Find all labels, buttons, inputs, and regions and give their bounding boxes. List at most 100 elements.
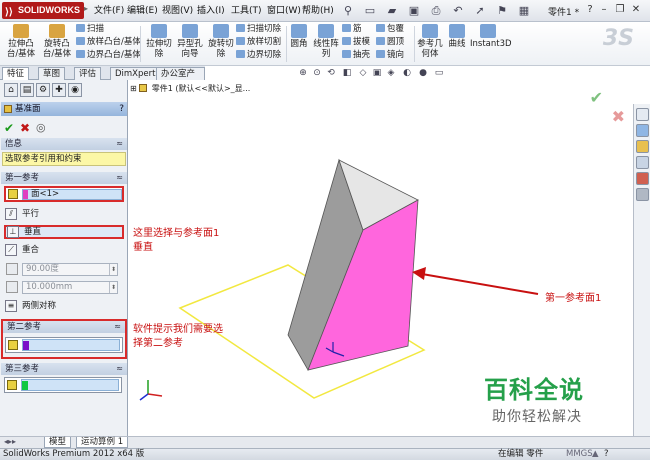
undo-icon[interactable]: ↶	[450, 3, 466, 19]
resources-icon[interactable]	[636, 108, 649, 121]
file-explorer-icon[interactable]	[636, 140, 649, 153]
zoom-to-fit-icon[interactable]: ⊕	[298, 68, 308, 78]
apply-scene-icon[interactable]: ●	[418, 68, 428, 78]
pm-help-button[interactable]: ?	[119, 102, 124, 116]
revolved-cut-button[interactable]: 旋转切 除	[206, 24, 236, 59]
wrap-button[interactable]: 包覆	[376, 24, 404, 35]
lofted-cut-button[interactable]: 放样切割	[236, 37, 281, 48]
tab-features[interactable]: 特征	[2, 67, 30, 80]
minimize-button[interactable]: –	[598, 4, 610, 16]
option-coincident[interactable]: ⟋ 重合	[4, 243, 124, 257]
design-library-icon[interactable]	[636, 124, 649, 137]
menu-expand-icon[interactable]: ▸	[84, 4, 88, 18]
rebuild-icon[interactable]: ⚑	[494, 3, 510, 19]
collapse-icon[interactable]: ≈	[116, 363, 123, 375]
select-arrow-icon[interactable]: ➚	[472, 3, 488, 19]
options-icon[interactable]: ▦	[516, 3, 532, 19]
save-icon[interactable]: ▣	[406, 3, 422, 19]
dimxpert-icon[interactable]: ✚	[52, 83, 66, 97]
edit-appearance-icon[interactable]: ◐	[402, 68, 412, 78]
mirror-button[interactable]: 镜向	[376, 50, 404, 61]
configuration-icon[interactable]: ⚙	[36, 83, 50, 97]
first-reference-selection[interactable]: 面<1>	[22, 189, 122, 200]
cancel-x-button[interactable]: ✖	[20, 121, 30, 135]
pin-icon[interactable]: ⚲	[340, 3, 356, 19]
draft-button[interactable]: 拔模	[342, 37, 370, 48]
status-help-icon[interactable]: ?	[604, 449, 609, 460]
first-reference-field[interactable]: 面<1>	[4, 186, 124, 202]
view-orientation-icon[interactable]: ◇	[358, 68, 368, 78]
custom-properties-icon[interactable]	[636, 188, 649, 201]
sweep-button[interactable]: 扫描	[76, 24, 104, 35]
zoom-area-icon[interactable]: ⊙	[312, 68, 322, 78]
feature-tree-icon[interactable]: ⌂	[4, 83, 18, 97]
first-reference-header[interactable]: 第一参考 ≈	[1, 172, 127, 184]
option-mid-plane[interactable]: ≡ 两侧对称	[4, 299, 124, 313]
previous-view-icon[interactable]: ⟲	[326, 68, 336, 78]
collapse-icon[interactable]: ≈	[114, 321, 121, 333]
open-folder-icon[interactable]: ▰	[384, 3, 400, 19]
angle-input[interactable]: 90.00度 ⬍	[22, 263, 118, 276]
option-perpendicular[interactable]: ⊥ 垂直	[4, 225, 124, 239]
display-manager-icon[interactable]: ◉	[68, 83, 82, 97]
menu-tools[interactable]: 工具(T)	[231, 4, 262, 18]
print-icon[interactable]: ⎙	[428, 3, 444, 19]
menu-insert[interactable]: 插入(I)	[197, 4, 225, 18]
menu-file[interactable]: 文件(F)	[94, 4, 124, 18]
ok-check-button[interactable]: ✔	[4, 121, 14, 135]
reference-geometry-button[interactable]: 参考几 何体	[416, 24, 444, 59]
angle-spinner[interactable]: ⬍	[109, 264, 117, 275]
menu-edit[interactable]: 编辑(E)	[127, 4, 158, 18]
shell-button[interactable]: 抽壳	[342, 50, 370, 61]
close-button[interactable]: ✕	[630, 4, 642, 16]
new-document-icon[interactable]: ▭	[362, 3, 378, 19]
tab-scroll-arrows[interactable]: ◂▸▸	[4, 437, 16, 446]
solidworks-logo[interactable]: ⟩⟩ SOLIDWORKS	[2, 2, 84, 19]
extruded-boss-button[interactable]: 拉伸凸 台/基体	[4, 24, 38, 59]
third-reference-selection[interactable]	[21, 379, 119, 391]
instant3d-button[interactable]: Instant3D	[470, 24, 512, 49]
status-units[interactable]: MMGS	[566, 449, 593, 460]
distance-input[interactable]: 10.000mm ⬍	[22, 281, 118, 294]
menu-help[interactable]: 帮助(H)	[302, 4, 334, 18]
display-style-icon[interactable]: ▣	[372, 68, 382, 78]
tab-motion-study[interactable]: 运动算例 1	[76, 437, 129, 448]
collapse-icon[interactable]: ≈	[116, 138, 123, 150]
boundary-cut-button[interactable]: 边界切除	[236, 50, 281, 61]
status-units-arrow[interactable]: ▲	[592, 449, 599, 460]
boundary-boss-button[interactable]: 边界凸台/基体	[76, 50, 141, 61]
hide-show-icon[interactable]: ◈	[386, 68, 396, 78]
menu-window[interactable]: 窗口(W)	[267, 4, 301, 18]
option-parallel[interactable]: ⫽ 平行	[4, 207, 124, 221]
revolved-boss-button[interactable]: 旋转凸 台/基体	[40, 24, 74, 59]
tab-sketch[interactable]: 草图	[38, 67, 66, 80]
fillet-button[interactable]: 圆角	[288, 24, 310, 49]
second-reference-header[interactable]: 第二参考 ≈	[3, 321, 125, 333]
help-icon[interactable]: ?	[584, 4, 596, 16]
info-group-header[interactable]: 信息 ≈	[1, 138, 127, 150]
view-palette-icon[interactable]	[636, 156, 649, 169]
loft-boss-button[interactable]: 放样凸台/基体	[76, 37, 141, 48]
third-reference-field[interactable]	[4, 377, 122, 393]
tab-evaluate[interactable]: 评估	[74, 67, 102, 80]
tab-model[interactable]: 模型	[44, 437, 72, 448]
collapse-icon[interactable]: ≈	[116, 172, 123, 184]
linear-pattern-button[interactable]: 线性阵 列	[312, 24, 340, 59]
tab-office-products[interactable]: 办公室产品	[156, 67, 205, 91]
tab-dimxpert[interactable]: DimXpert	[110, 67, 161, 80]
dome-button[interactable]: 圆顶	[376, 37, 404, 48]
hole-wizard-button[interactable]: 异型孔 向导	[175, 24, 205, 59]
section-view-icon[interactable]: ◧	[342, 68, 352, 78]
curves-button[interactable]: 曲线	[446, 24, 468, 49]
restore-button[interactable]: ❐	[614, 4, 626, 16]
extruded-cut-button[interactable]: 拉伸切 除	[144, 24, 174, 59]
rib-button[interactable]: 筋	[342, 24, 362, 35]
detailed-preview-button[interactable]: ◎	[36, 121, 46, 134]
second-reference-selection[interactable]	[22, 339, 120, 351]
property-manager-icon[interactable]: ▤	[20, 83, 34, 97]
distance-spinner[interactable]: ⬍	[109, 282, 117, 293]
third-reference-header[interactable]: 第三参考 ≈	[1, 363, 127, 375]
menu-view[interactable]: 视图(V)	[162, 4, 193, 18]
second-reference-field[interactable]	[5, 337, 123, 353]
view-settings-icon[interactable]: ▭	[434, 68, 444, 78]
